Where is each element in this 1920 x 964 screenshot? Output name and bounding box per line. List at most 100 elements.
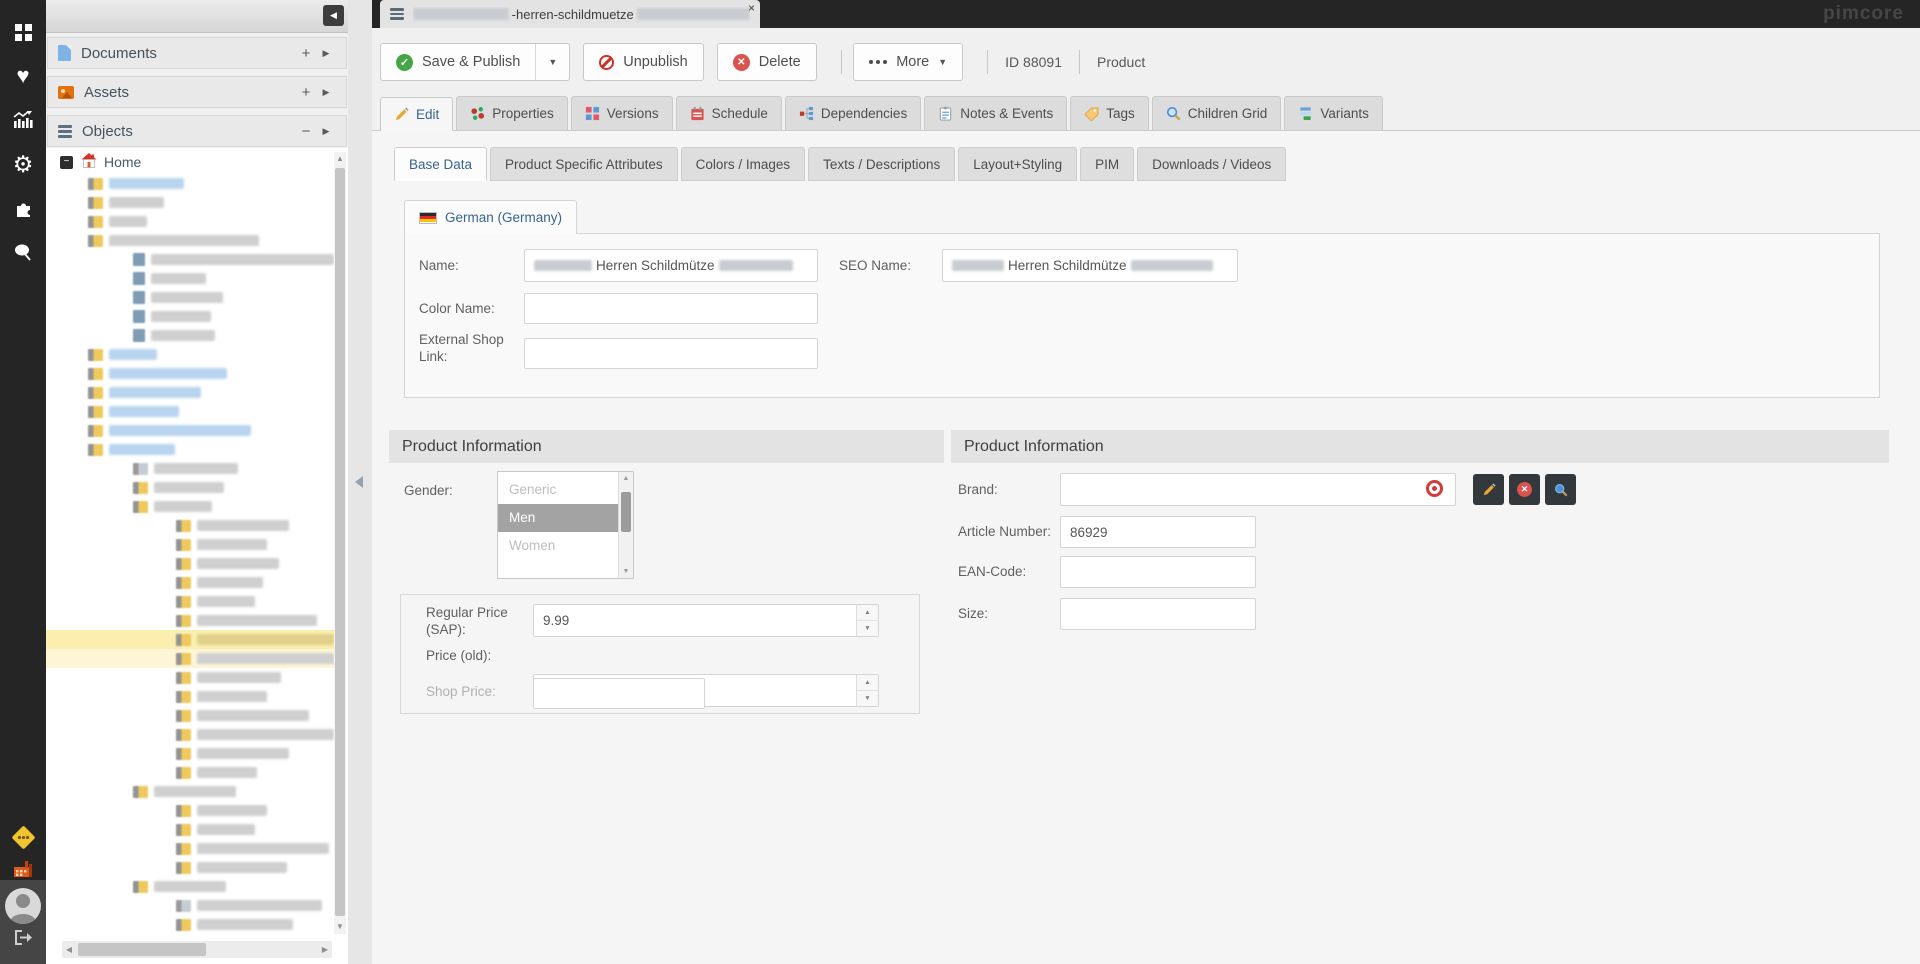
gender-multiselect[interactable]: Generic Men Women ▲ ▼ [497,471,634,579]
maintenance-diamond-icon[interactable] [11,825,36,850]
tree-row[interactable] [46,554,334,573]
open-object-tab[interactable]: -herren-schildmuetze × [380,0,760,28]
panel-collapse-button[interactable]: ◀ [323,5,344,26]
tree-row[interactable] [46,820,334,839]
tree-row[interactable] [46,535,334,554]
tree-row[interactable] [46,345,334,364]
scroll-left-icon[interactable]: ◀ [62,941,76,958]
accordion-objects[interactable]: Objects − ▶ [47,115,347,147]
tab-schedule[interactable]: Schedule [676,96,782,130]
tree-row[interactable] [46,174,334,193]
gender-scroll-thumb[interactable] [621,492,631,532]
extensions-puzzle-icon[interactable] [0,186,46,230]
brand-edit-button[interactable] [1473,474,1504,505]
tree-horizontal-scrollbar[interactable]: ◀ ▶ [62,941,332,958]
vertical-scroll-thumb[interactable] [335,168,345,916]
collapse-expander-icon[interactable]: − [60,156,73,169]
tree-vertical-scrollbar[interactable]: ▲ ▼ [334,152,346,934]
user-avatar[interactable] [5,888,41,924]
accordion-assets[interactable]: Assets + ▶ [47,76,347,108]
name-input[interactable]: Herren Schildmütze [524,249,818,282]
tree-row[interactable] [46,877,334,896]
documents-expand-icon[interactable]: ▶ [316,48,336,59]
tree-row[interactable] [46,630,334,649]
settings-gear-icon[interactable]: ⚙ [0,142,46,186]
scroll-down-icon[interactable]: ▼ [619,568,633,575]
tree-row[interactable] [46,649,334,668]
external-shop-link-input[interactable] [524,338,818,369]
tree-root-home[interactable]: − Home [46,152,141,172]
tree-row[interactable] [46,459,334,478]
subtab-layout-styling[interactable]: Layout+Styling [958,147,1077,181]
tree-row[interactable] [46,611,334,630]
splitter-collapse-icon[interactable] [355,476,363,488]
apps-grid-icon[interactable] [0,10,46,54]
favorites-heart-icon[interactable]: ♥ [0,54,46,98]
search-icon[interactable] [0,230,46,274]
tab-variants[interactable]: Variants [1284,96,1383,130]
factory-icon[interactable] [13,860,33,880]
scroll-right-icon[interactable]: ▶ [318,941,332,958]
tree-row[interactable] [46,383,334,402]
tree-row[interactable] [46,212,334,231]
tree-row[interactable] [46,231,334,250]
seo-name-input[interactable]: Herren Schildmütze [942,249,1238,282]
tree-row[interactable] [46,725,334,744]
subtab-base-data[interactable]: Base Data [394,147,487,181]
gender-option-men[interactable]: Men [498,504,619,532]
tree-row[interactable] [46,421,334,440]
language-tab-german[interactable]: German (Germany) [404,200,577,234]
tree-row[interactable] [46,687,334,706]
tree-row[interactable] [46,326,334,345]
tab-dependencies[interactable]: Dependencies [785,96,921,130]
tree-row[interactable] [46,364,334,383]
tree-row[interactable] [46,896,334,915]
gender-list-scrollbar[interactable]: ▲ ▼ [618,472,633,578]
tree-row[interactable] [46,763,334,782]
tree-row[interactable] [46,801,334,820]
size-input[interactable] [1060,598,1256,630]
tree-row[interactable] [46,573,334,592]
panel-splitter[interactable] [348,0,372,964]
reports-chart-icon[interactable] [0,98,46,142]
subtab-downloads-videos[interactable]: Downloads / Videos [1137,147,1286,181]
logout-icon[interactable] [15,930,32,948]
tab-tags[interactable]: Tags [1070,96,1149,130]
tree-row[interactable] [46,858,334,877]
brand-clear-button[interactable]: ✕ [1509,474,1540,505]
assets-expand-icon[interactable]: ▶ [316,87,336,98]
tree-row[interactable] [46,478,334,497]
tab-versions[interactable]: Versions [571,96,673,130]
more-button[interactable]: More ▼ [853,43,963,81]
collapse-objects-button[interactable]: − [296,123,316,140]
add-asset-button[interactable]: + [296,84,316,101]
tab-notes-events[interactable]: Notes & Events [924,96,1067,130]
horizontal-scroll-thumb[interactable] [78,943,206,956]
subtab-product-specific-attributes[interactable]: Product Specific Attributes [490,147,678,181]
spinner-up-icon[interactable]: ▲ [857,675,878,691]
tree-row[interactable] [46,915,334,934]
accordion-documents[interactable]: Documents + ▶ [47,37,347,69]
brand-input[interactable] [1060,473,1456,506]
tree-row[interactable] [46,744,334,763]
tree-row[interactable] [46,250,334,269]
tree-row[interactable] [46,193,334,212]
ean-code-input[interactable] [1060,556,1256,588]
tree-row[interactable] [46,668,334,687]
brand-search-button[interactable] [1545,474,1576,505]
tree-row[interactable] [46,592,334,611]
shop-price-input[interactable] [533,678,705,709]
subtab-colors-images[interactable]: Colors / Images [681,147,806,181]
unpublish-button[interactable]: Unpublish [583,43,704,81]
objects-expand-icon[interactable]: ▶ [316,126,336,137]
tab-edit[interactable]: Edit [380,97,453,131]
tree-row[interactable] [46,288,334,307]
scroll-up-icon[interactable]: ▲ [619,475,633,482]
close-tab-icon[interactable]: × [748,2,755,14]
spinner-down-icon[interactable]: ▼ [857,691,878,706]
scroll-up-icon[interactable]: ▲ [334,152,346,166]
subtab-texts-descriptions[interactable]: Texts / Descriptions [808,147,955,181]
delete-button[interactable]: ✕ Delete [717,43,817,81]
save-options-dropdown[interactable]: ▼ [535,44,569,80]
tree-row[interactable] [46,839,334,858]
